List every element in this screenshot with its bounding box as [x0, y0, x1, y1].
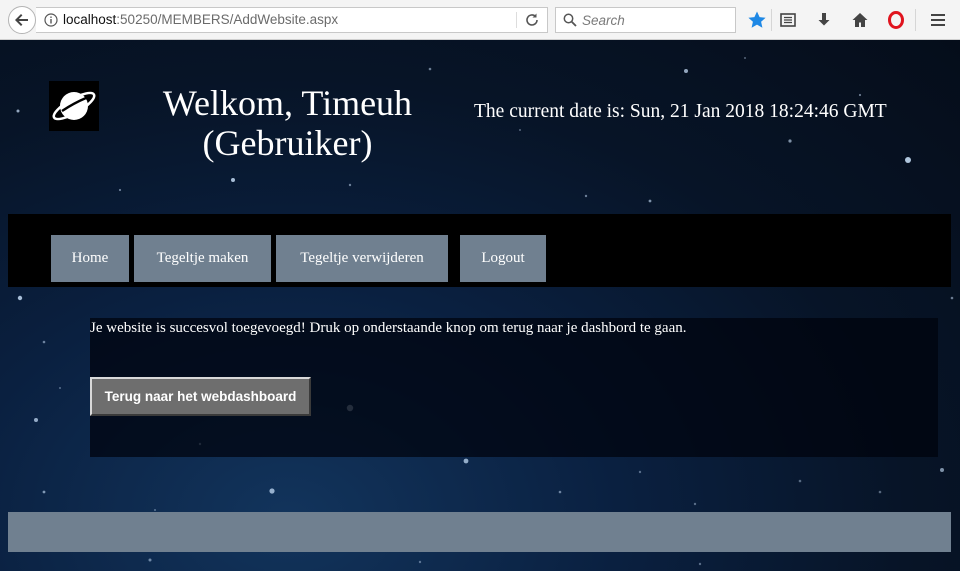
- welcome-heading: Welkom, Timeuh (Gebruiker): [140, 83, 435, 163]
- search-input[interactable]: [582, 11, 730, 29]
- success-message: Je website is succesvol toegevoegd! Druk…: [90, 320, 687, 336]
- opera-icon[interactable]: [886, 10, 906, 30]
- info-icon[interactable]: [44, 13, 58, 27]
- current-date: The current date is: Sun, 21 Jan 2018 18…: [474, 101, 887, 122]
- reading-list-icon[interactable]: [778, 10, 798, 30]
- nav-tegeltje-maken[interactable]: Tegeltje maken: [134, 235, 271, 282]
- url-host: localhost: [63, 12, 117, 27]
- bookmark-star-icon[interactable]: [747, 10, 767, 30]
- footer-bar: [8, 512, 951, 552]
- nav-logout[interactable]: Logout: [460, 235, 546, 282]
- back-to-dashboard-button[interactable]: Terug naar het webdashboard: [90, 377, 311, 416]
- search-bar[interactable]: [555, 7, 736, 33]
- url-path: :50250/MEMBERS/AddWebsite.aspx: [116, 12, 339, 27]
- welcome-name: Welkom, Timeuh: [162, 83, 413, 123]
- back-button[interactable]: [8, 6, 36, 34]
- content-panel: Je website is succesvol toegevoegd! Druk…: [90, 318, 938, 457]
- home-icon[interactable]: [850, 10, 870, 30]
- menu-icon[interactable]: [928, 10, 948, 30]
- nav-home[interactable]: Home: [51, 235, 129, 282]
- nav-bar: Home Tegeltje maken Tegeltje verwijderen…: [8, 214, 951, 287]
- arrow-left-icon: [15, 14, 28, 26]
- reload-icon[interactable]: [524, 12, 540, 28]
- toolbar-separator: [771, 9, 772, 31]
- download-icon[interactable]: [814, 10, 834, 30]
- search-icon: [563, 13, 577, 27]
- url-text[interactable]: localhost:50250/MEMBERS/AddWebsite.aspx: [63, 8, 338, 32]
- toolbar-separator: [915, 9, 916, 31]
- saturn-logo: [49, 81, 99, 131]
- welcome-role: (Gebruiker): [202, 123, 373, 163]
- url-divider: [516, 12, 517, 28]
- page-background: Welkom, Timeuh (Gebruiker) The current d…: [0, 40, 960, 571]
- planet-icon: [52, 91, 96, 121]
- browser-toolbar: localhost:50250/MEMBERS/AddWebsite.aspx: [0, 0, 960, 40]
- nav-tegeltje-verwijderen[interactable]: Tegeltje verwijderen: [276, 235, 448, 282]
- address-bar[interactable]: localhost:50250/MEMBERS/AddWebsite.aspx: [36, 7, 548, 33]
